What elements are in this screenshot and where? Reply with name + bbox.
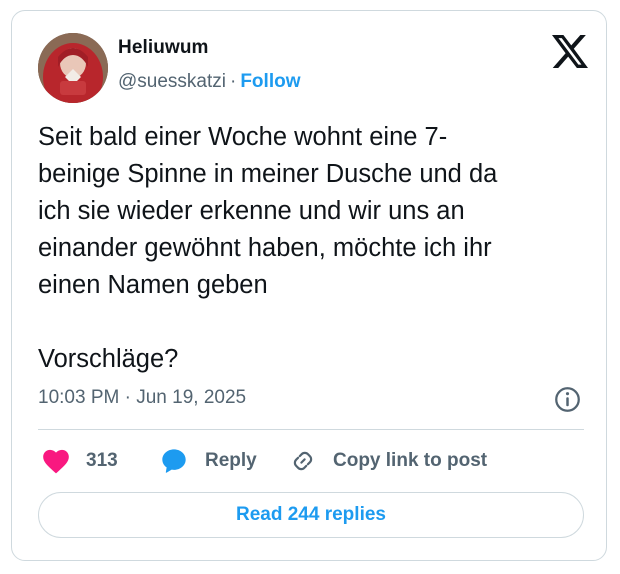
- tweet-text: Seit bald einer Woche wohnt eine 7- bein…: [38, 123, 498, 373]
- like-count: 313: [86, 450, 118, 471]
- heart-icon: [42, 448, 70, 474]
- info-icon[interactable]: [554, 386, 581, 413]
- read-replies-button[interactable]: Read 244 replies: [38, 492, 584, 538]
- link-icon: [290, 448, 316, 474]
- tweet-timestamp[interactable]: 10:03 PM · Jun 19, 2025: [38, 387, 246, 409]
- like-button[interactable]: 313: [42, 447, 118, 475]
- divider: [38, 429, 584, 430]
- copy-link-label: Copy link to post: [333, 450, 488, 471]
- avatar[interactable]: [38, 33, 108, 103]
- display-name[interactable]: Heliuwum: [118, 37, 209, 59]
- tweet-card: Heliuwum @suesskatzi · Follow Seit bald ei…: [11, 10, 607, 561]
- reply-button[interactable]: Reply: [160, 447, 257, 475]
- copy-link-button[interactable]: Copy link to post: [290, 447, 487, 475]
- avatar-image: [38, 33, 108, 103]
- x-logo-icon[interactable]: [552, 35, 588, 68]
- follow-button[interactable]: Follow: [240, 71, 300, 92]
- reply-label: Reply: [205, 450, 257, 471]
- handle-row: @suesskatzi · Follow: [118, 71, 300, 93]
- reply-bubble-icon: [160, 447, 188, 475]
- separator-dot: ·: [230, 71, 237, 92]
- user-handle[interactable]: @suesskatzi: [118, 71, 226, 92]
